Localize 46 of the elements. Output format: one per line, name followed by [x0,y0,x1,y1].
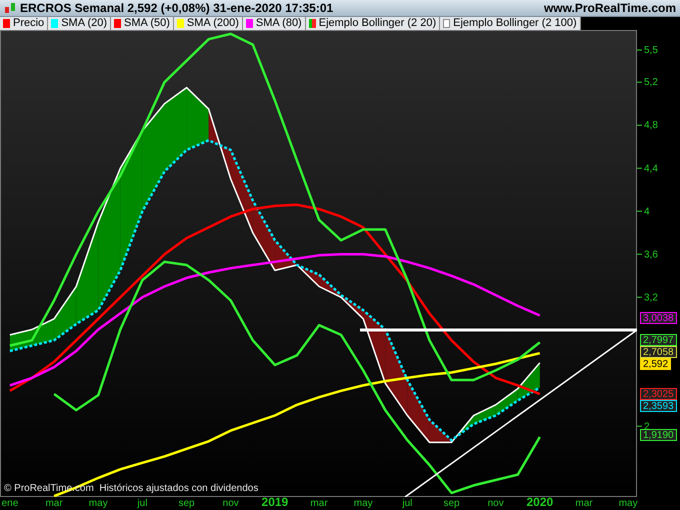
axis-label: may [618,498,638,509]
axis-label: 2020 [526,495,554,509]
axis-label: sep [178,498,195,509]
tick-mark [636,426,642,427]
axis-label: mar [45,498,63,509]
price-label: 2,7058 [640,346,677,358]
axis-label: jul [137,498,148,509]
axis-label: jul [402,498,412,509]
axis-label: ene [2,498,18,509]
price-label: 3,0038 [640,312,677,324]
legend-item[interactable]: Precio [0,17,48,30]
axis-label: 3,6 [644,249,658,260]
axis-label: nov [488,498,504,509]
price-label: 1,9190 [640,428,677,441]
tick-mark [636,296,642,298]
axis-label: 4,8 [644,120,658,132]
axis-label: 3,2 [644,292,658,304]
axis-label: 5,5 [644,45,658,56]
price-label: 2,3593 [640,400,677,412]
price-label: 2,7997 [640,334,677,346]
axis-label: sep [443,498,460,509]
candlestick-icon [4,2,16,14]
legend-item[interactable]: SMA (20) [48,17,112,30]
chart-title: ERCROS Semanal 2,592 (+0,08%) 31-ene-2020 17:35:01 [20,0,334,17]
axis-label: nov [222,498,239,509]
tick-mark [636,168,642,169]
legend-item[interactable]: SMA (80) [242,17,306,30]
tick-mark [636,82,642,83]
legend-item[interactable]: SMA (50) [111,17,174,30]
price-label: 2,3025 [640,388,677,400]
legend-item[interactable]: Ejemplo Bollinger (2 20) [306,17,440,30]
price-label: 2,592 [640,358,672,370]
tick-mark [636,124,642,126]
axis-label: mar [310,498,328,509]
axis-label: may [354,498,373,509]
axis-label: 4,4 [644,163,658,174]
site-url: www.ProRealTime.com [544,0,676,17]
axis-label: mar [575,498,593,509]
legend-item[interactable]: SMA (200) [174,17,243,30]
axis-label: 4 [644,206,650,218]
legend-item[interactable]: Ejemplo Bollinger (2 100) [440,17,581,30]
axis-label: may [88,498,108,509]
tick-mark [636,254,642,255]
tick-mark [636,210,642,212]
axis-label: 5,2 [644,77,658,88]
axis-label: 2019 [262,495,288,509]
